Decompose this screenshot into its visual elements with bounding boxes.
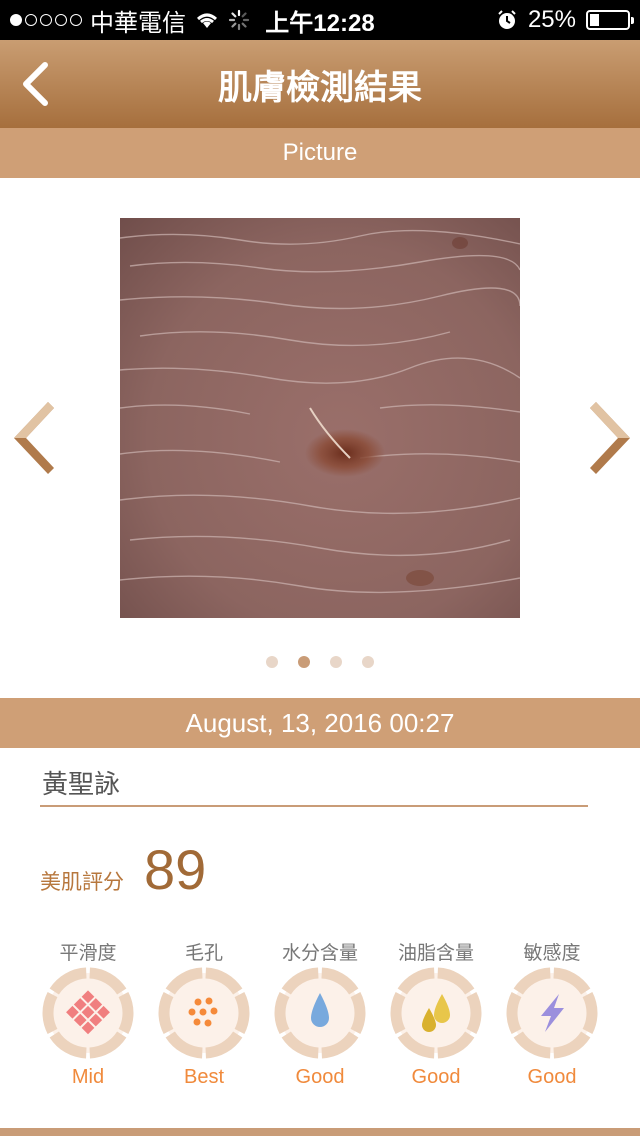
metric-label: 油脂含量 <box>397 943 474 964</box>
status-bar: 中華電信 上午12:28 25% <box>0 0 640 40</box>
metric-ring <box>42 967 134 1059</box>
ring-segment <box>274 991 290 1035</box>
alarm-icon <box>498 10 516 29</box>
chevron-right-icon <box>590 402 630 474</box>
metric-moisture[interactable]: 水分含量 Good <box>262 938 378 1098</box>
metric-pores[interactable]: 毛孔 Best <box>146 938 262 1098</box>
user-name-field: 黃聖詠 <box>40 764 588 807</box>
metric-label: 敏感度 <box>523 943 581 964</box>
ring-segment <box>118 991 134 1035</box>
navigation-bar: 肌膚檢測結果 <box>0 40 640 128</box>
metric-value: Good <box>527 1066 577 1088</box>
metric-label: 平滑度 <box>59 943 117 964</box>
ring-segment <box>582 991 598 1035</box>
picture-section-header: Picture <box>0 128 640 178</box>
status-right: 25% <box>496 0 634 40</box>
bottom-bar <box>0 1128 640 1136</box>
record-date: August, 13, 2016 00:27 <box>0 698 640 748</box>
metric-ring <box>506 967 598 1059</box>
metric-ring <box>274 967 366 1059</box>
page-dot-3[interactable] <box>330 656 342 668</box>
ring-segment <box>350 991 366 1035</box>
battery-icon <box>586 10 634 30</box>
ring-segment <box>466 991 482 1035</box>
metric-ring <box>158 967 250 1059</box>
score-value: 89 <box>144 838 207 901</box>
battery-percent: 25% <box>527 6 576 33</box>
chevron-left-icon <box>14 402 54 474</box>
metric-ring <box>390 967 482 1059</box>
metric-value: Good <box>295 1066 345 1088</box>
metric-label: 毛孔 <box>184 943 223 964</box>
ring-segment <box>158 991 174 1035</box>
page-title: 肌膚檢測結果 <box>218 68 422 107</box>
page-dot-2[interactable] <box>298 656 310 668</box>
ring-segment <box>390 991 406 1035</box>
skin-photo <box>120 218 520 618</box>
next-picture-button[interactable] <box>586 398 636 478</box>
page-dot-1[interactable] <box>266 656 278 668</box>
metric-smoothness[interactable]: 平滑度 Mid <box>30 938 146 1098</box>
ring-segment <box>42 991 58 1035</box>
score-label: 美肌評分 <box>40 871 124 894</box>
metric-label: 水分含量 <box>281 943 358 964</box>
page-indicator[interactable] <box>0 656 640 668</box>
skin-photo-image <box>120 218 520 618</box>
skin-metrics: 平滑度 Mid 毛孔 Best 水分含量 Good 油脂含量 Good 敏感度 … <box>30 938 610 1098</box>
page-dot-4[interactable] <box>362 656 374 668</box>
metric-sensitivity[interactable]: 敏感度 Good <box>494 938 610 1098</box>
metric-value: Good <box>411 1066 461 1088</box>
previous-picture-button[interactable] <box>8 398 58 478</box>
metric-value: Best <box>183 1066 225 1088</box>
metric-oil[interactable]: 油脂含量 Good <box>378 938 494 1098</box>
ring-segment <box>506 991 522 1035</box>
metric-value: Mid <box>71 1066 105 1088</box>
ring-segment <box>234 991 250 1035</box>
app-screen: 中華電信 上午12:28 25% 肌膚檢測結果 Picture August, … <box>0 0 640 1136</box>
